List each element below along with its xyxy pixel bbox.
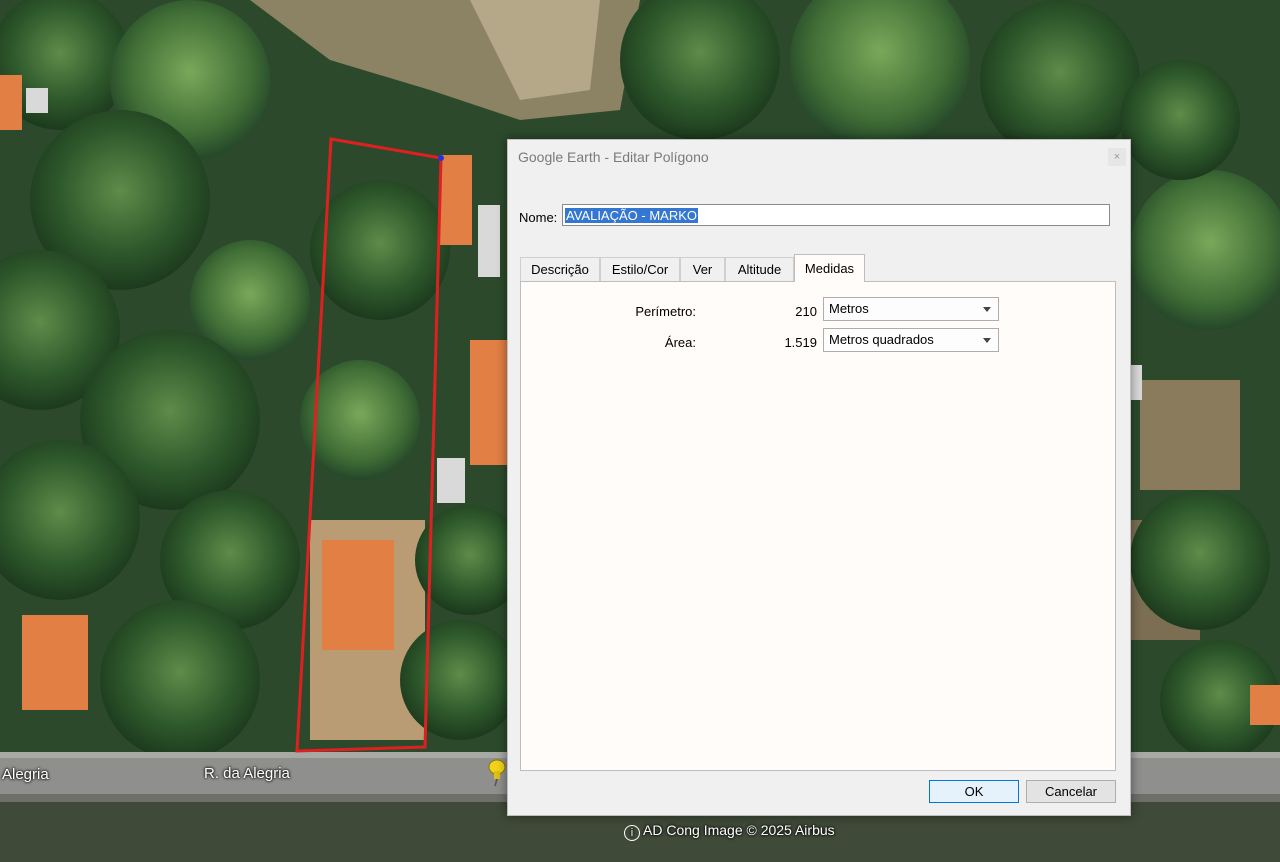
tab-estilo-cor[interactable]: Estilo/Cor — [600, 257, 680, 281]
tab-medidas[interactable]: Medidas — [794, 254, 865, 282]
imagery-copyright: i AD Cong Image © 2025 Airbus — [624, 822, 835, 841]
tab-ver[interactable]: Ver — [680, 257, 725, 281]
tab-label: Estilo/Cor — [611, 262, 669, 277]
edit-polygon-dialog: Google Earth - Editar Polígono × Nome: A… — [507, 139, 1131, 816]
perimeter-value: 210 — [795, 304, 817, 319]
close-button[interactable]: × — [1108, 148, 1126, 166]
copyright-text: AD Cong Image © 2025 Airbus — [643, 822, 835, 838]
perimeter-unit-select[interactable]: Metros — [823, 297, 999, 321]
tab-label: Medidas — [804, 261, 855, 276]
name-input[interactable]: AVALIAÇÃO - MARKO — [562, 204, 1110, 226]
tab-label: Descrição — [531, 262, 589, 277]
close-icon: × — [1113, 151, 1121, 163]
medidas-panel: Perímetro: 210 Metros Área: 1.519 Metros… — [520, 281, 1116, 771]
ok-button[interactable]: OK — [929, 780, 1019, 803]
chevron-down-icon — [983, 338, 991, 343]
tab-altitude[interactable]: Altitude — [725, 257, 794, 281]
chevron-down-icon — [983, 307, 991, 312]
tab-label: Ver — [692, 262, 713, 277]
pushpin-icon[interactable] — [486, 757, 508, 787]
area-value: 1.519 — [784, 335, 817, 350]
cancel-label: Cancelar — [1044, 784, 1098, 799]
street-label-main: R. da Alegria — [204, 765, 290, 782]
area-label: Área: — [664, 335, 696, 350]
ok-label: OK — [964, 784, 984, 799]
street-label-left: Alegria — [2, 766, 49, 783]
tab-label: Altitude — [737, 262, 782, 277]
tab-descricao[interactable]: Descrição — [520, 257, 600, 281]
perimeter-label: Perímetro: — [635, 304, 696, 319]
name-input-value: AVALIAÇÃO - MARKO — [565, 208, 698, 223]
cancel-button[interactable]: Cancelar — [1026, 780, 1116, 803]
name-label: Nome: — [519, 210, 558, 225]
info-icon[interactable]: i — [624, 825, 640, 841]
area-unit-select[interactable]: Metros quadrados — [823, 328, 999, 352]
dialog-titlebar[interactable]: Google Earth - Editar Polígono × — [508, 140, 1130, 174]
area-unit-value: Metros quadrados — [829, 332, 934, 347]
perimeter-unit-value: Metros — [829, 301, 869, 316]
dialog-title: Google Earth - Editar Polígono — [518, 149, 709, 165]
